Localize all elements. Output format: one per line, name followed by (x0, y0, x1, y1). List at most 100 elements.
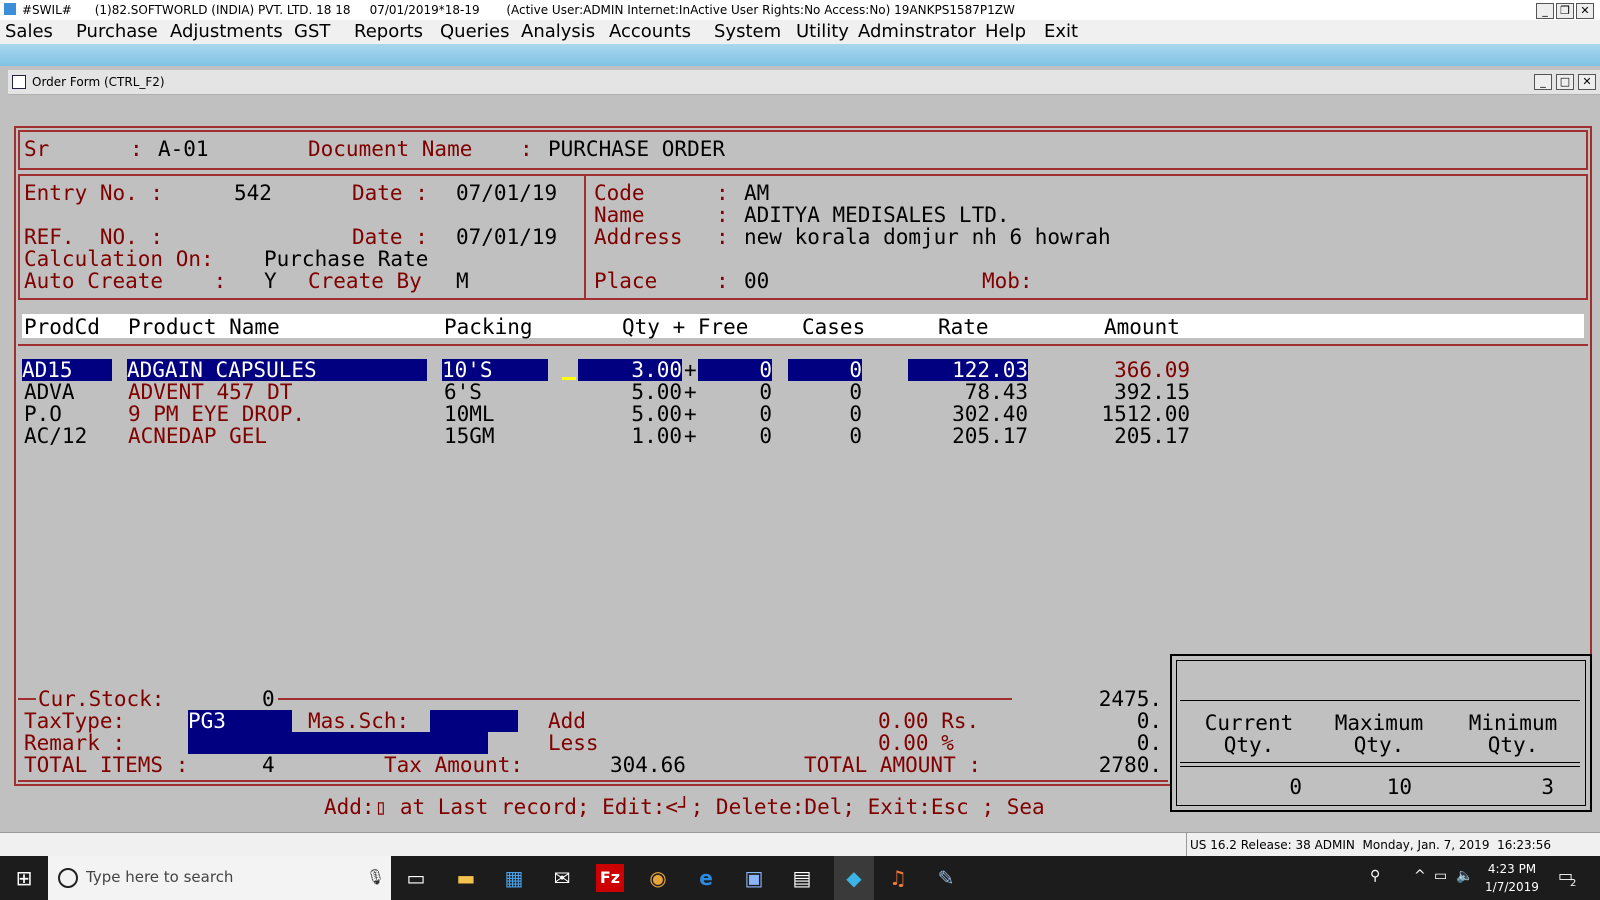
auto-create-value[interactable]: Y (264, 270, 277, 292)
menu-reports[interactable]: Reports (354, 22, 423, 42)
remark-input[interactable] (188, 732, 488, 754)
taskbar-search-box[interactable]: Type here to search 🎙 (48, 856, 391, 900)
task-view-icon[interactable]: ▭ (402, 864, 430, 892)
row-product-name[interactable]: ADGAIN CAPSULES (127, 359, 427, 381)
row-amount: 366.09 (1114, 358, 1190, 382)
menu-sales[interactable]: Sales (5, 22, 53, 42)
restore-icon[interactable]: ❐ (1556, 3, 1574, 19)
child-minimize-icon[interactable]: _ (1534, 74, 1552, 90)
calculation-value[interactable]: Purchase Rate (264, 248, 428, 270)
row-packing[interactable]: 10'S (442, 359, 548, 381)
chrome-icon[interactable]: ◉ (644, 864, 672, 892)
start-windows-icon[interactable]: ⊞ (10, 864, 38, 892)
filezilla-icon[interactable]: Fz (596, 864, 624, 892)
name-value: ADITYA MEDISALES LTD. (744, 203, 1010, 227)
menu-adjustments[interactable]: Adjustments (170, 22, 283, 42)
microphone-icon[interactable]: 🎙 (366, 868, 385, 886)
row-packing[interactable]: 15GM (444, 425, 495, 447)
add-value[interactable]: 0.00 Rs. (878, 710, 979, 732)
stock-line-left (18, 698, 36, 700)
taxtype-value[interactable]: PG3 (188, 710, 292, 732)
col-rate: Rate (938, 315, 989, 339)
create-by-value[interactable]: M (456, 270, 469, 292)
row-rate[interactable]: 78.43 (908, 381, 1028, 403)
row-free[interactable]: 0 (698, 425, 772, 447)
itunes-icon[interactable]: ♫ (884, 864, 912, 892)
row-cases[interactable]: 0 (788, 425, 862, 447)
menu-help[interactable]: Help (985, 22, 1026, 42)
clock-date[interactable]: 1/7/2019 (1482, 880, 1542, 894)
minimize-icon[interactable]: _ (1536, 3, 1554, 19)
row-product-name[interactable]: 9 PM EYE DROP. (128, 403, 305, 425)
row-cases[interactable]: 0 (788, 381, 862, 403)
menu-queries[interactable]: Queries (440, 22, 510, 42)
place-value: 00 (744, 269, 770, 293)
row-qty[interactable]: 3.00 (578, 359, 682, 381)
less-total: 0. (1136, 731, 1162, 755)
store-icon[interactable]: ▦ (500, 864, 528, 892)
mail-icon[interactable]: ✉ (548, 864, 576, 892)
row-rate[interactable]: 205.17 (908, 425, 1028, 447)
row-qty[interactable]: 5.00 (578, 403, 682, 425)
row-rate[interactable]: 302.40 (908, 403, 1028, 425)
row-packing[interactable]: 6'S (444, 381, 482, 403)
maximum-qty-label-2: Qty. (1353, 733, 1405, 757)
row-amount: 392.15 (1114, 380, 1190, 404)
create-by-label: Create By (308, 269, 422, 293)
row-cases[interactable]: 0 (788, 403, 862, 425)
menu-gst[interactable]: GST (294, 22, 330, 42)
text-cursor (562, 377, 576, 380)
row-free[interactable]: 0 (698, 359, 772, 381)
network-icon[interactable]: ▭ (1434, 868, 1447, 884)
mas-sch-input[interactable] (430, 710, 518, 732)
row-qty[interactable]: 1.00 (578, 425, 682, 447)
clock-time[interactable]: 4:23 PM (1482, 862, 1542, 876)
menu-adminstrator[interactable]: Adminstrator (858, 22, 976, 42)
col-packing: Packing (444, 315, 533, 339)
paint-icon[interactable]: ✎ (932, 864, 960, 892)
row-rate[interactable]: 122.03 (908, 359, 1028, 381)
entry-no-value[interactable]: 542 (234, 182, 272, 204)
row-product-name[interactable]: ADVENT 457 DT (128, 381, 292, 403)
row-cases[interactable]: 0 (788, 359, 862, 381)
row-prodcd[interactable]: AD15 (22, 359, 112, 381)
sr-value[interactable]: A-01 (158, 138, 209, 160)
row-plus: + (684, 380, 697, 404)
menu-accounts[interactable]: Accounts (609, 22, 691, 42)
child-maximize-icon[interactable]: □ (1556, 74, 1574, 90)
name-label: Name (594, 203, 645, 227)
file-explorer-icon[interactable]: ▬ (452, 864, 480, 892)
swil-app-icon[interactable]: ◆ (834, 856, 874, 900)
menu-exit[interactable]: Exit (1044, 22, 1078, 42)
form-icon (12, 75, 26, 89)
child-close-icon[interactable]: ✕ (1578, 74, 1596, 90)
edge-icon[interactable]: e (692, 864, 720, 892)
row-prodcd[interactable]: ADVA (24, 381, 75, 403)
row-free[interactable]: 0 (698, 381, 772, 403)
menu-utility[interactable]: Utility (796, 22, 849, 42)
total-amount-label: TOTAL AMOUNT : (804, 753, 982, 777)
hint-bar: Add:▯ at Last record; Edit:<┘; Delete:De… (14, 796, 1164, 820)
code-label: Code (594, 181, 645, 205)
volume-muted-icon[interactable]: 🔈 (1456, 868, 1473, 884)
row-free[interactable]: 0 (698, 403, 772, 425)
calculator-icon[interactable]: ▤ (788, 864, 816, 892)
entry-date-value[interactable]: 07/01/19 (456, 182, 557, 204)
menu-analysis[interactable]: Analysis (521, 22, 595, 42)
chevron-up-icon[interactable]: ^ (1414, 868, 1426, 884)
row-product-name[interactable]: ACNEDAP GEL (128, 425, 267, 447)
close-icon[interactable]: ✕ (1576, 3, 1594, 19)
row-prodcd[interactable]: AC/12 (24, 425, 87, 447)
menu-purchase[interactable]: Purchase (76, 22, 158, 42)
ref-date-value[interactable]: 07/01/19 (456, 226, 557, 248)
row-packing[interactable]: 10ML (444, 403, 495, 425)
people-icon[interactable]: ⚲ (1370, 868, 1380, 884)
calculation-label: Calculation On: (24, 247, 214, 271)
minimum-qty-label-2: Qty. (1487, 733, 1539, 757)
less-value[interactable]: 0.00 % (878, 732, 954, 754)
menu-system[interactable]: System (714, 22, 781, 42)
code-value[interactable]: AM (744, 182, 769, 204)
network-app-icon[interactable]: ▣ (740, 864, 768, 892)
row-qty[interactable]: 5.00 (578, 381, 682, 403)
row-prodcd[interactable]: P.O (24, 403, 62, 425)
